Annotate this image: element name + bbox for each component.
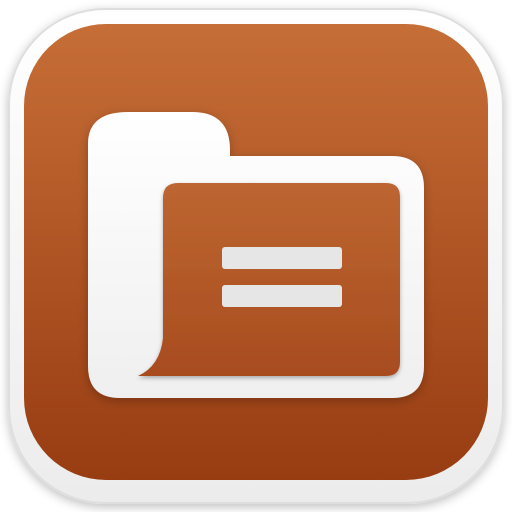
app-icon[interactable] [0,0,512,512]
line-bottom [222,285,342,307]
line-top [222,247,342,269]
folder-inner-panel [138,183,400,376]
